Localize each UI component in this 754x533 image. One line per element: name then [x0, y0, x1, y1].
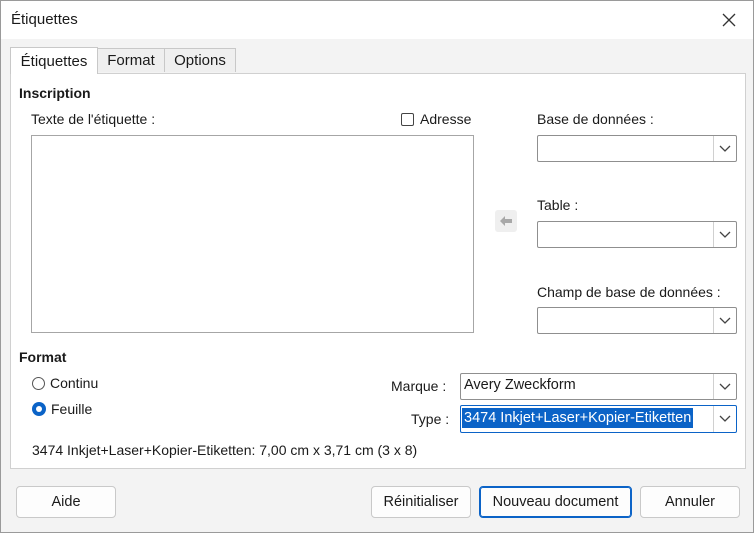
continuous-radio-group[interactable]: Continu	[32, 375, 98, 391]
chevron-down-icon	[719, 317, 731, 324]
cancel-button[interactable]: Annuler	[640, 486, 740, 518]
dialog-title: Étiquettes	[11, 11, 78, 28]
label-text-area[interactable]	[31, 135, 474, 333]
close-icon	[722, 13, 736, 27]
dialog-window: Étiquettes Étiquettes Format Options Ins…	[0, 0, 754, 533]
sheet-radio-group[interactable]: Feuille	[32, 401, 92, 417]
address-checkbox[interactable]	[401, 112, 414, 126]
tab-etiquettes[interactable]: Étiquettes	[10, 47, 98, 74]
database-dropdown-arrow[interactable]	[713, 136, 736, 161]
type-label: Type :	[411, 411, 450, 427]
inscription-heading: Inscription	[19, 85, 91, 101]
continuous-radio[interactable]	[32, 376, 45, 390]
table-dropdown-arrow[interactable]	[713, 222, 736, 247]
sheet-radio[interactable]	[32, 402, 46, 416]
chevron-down-icon	[719, 145, 731, 152]
sheet-label: Feuille	[51, 401, 93, 417]
type-dropdown-arrow[interactable]	[713, 406, 736, 432]
chevron-down-icon	[719, 231, 731, 238]
database-select[interactable]	[537, 135, 737, 162]
continuous-label: Continu	[50, 375, 99, 391]
address-checkbox-group[interactable]: Adresse	[401, 111, 471, 127]
table-select[interactable]	[537, 221, 737, 248]
brand-label: Marque :	[391, 378, 447, 394]
brand-value: Avery Zweckform	[464, 377, 576, 393]
tab-format[interactable]: Format	[97, 48, 165, 72]
brand-dropdown-arrow[interactable]	[713, 374, 736, 399]
format-info-text: 3474 Inkjet+Laser+Kopier-Etiketten: 7,00…	[32, 442, 418, 458]
db-field-dropdown-arrow[interactable]	[713, 308, 736, 333]
db-field-label: Champ de base de données :	[537, 284, 721, 300]
type-select[interactable]: 3474 Inkjet+Laser+Kopier-Etiketten	[460, 405, 737, 433]
arrow-left-icon	[500, 216, 512, 226]
reset-button[interactable]: Réinitialiser	[371, 486, 471, 518]
tab-options[interactable]: Options	[164, 48, 236, 72]
chevron-down-icon	[719, 415, 731, 422]
chevron-down-icon	[719, 383, 731, 390]
insert-field-button[interactable]	[495, 210, 517, 232]
label-text-label: Texte de l'étiquette :	[31, 111, 156, 127]
new-document-button[interactable]: Nouveau document	[479, 486, 632, 518]
address-label: Adresse	[420, 111, 472, 127]
type-value: 3474 Inkjet+Laser+Kopier-Etiketten	[462, 408, 694, 428]
help-button[interactable]: Aide	[16, 486, 116, 518]
brand-select[interactable]: Avery Zweckform	[460, 373, 737, 400]
table-label: Table :	[537, 197, 579, 213]
database-label: Base de données :	[537, 111, 654, 127]
db-field-select[interactable]	[537, 307, 737, 334]
close-button[interactable]	[713, 5, 745, 35]
title-bar: Étiquettes	[1, 1, 753, 39]
format-heading: Format	[19, 349, 67, 365]
